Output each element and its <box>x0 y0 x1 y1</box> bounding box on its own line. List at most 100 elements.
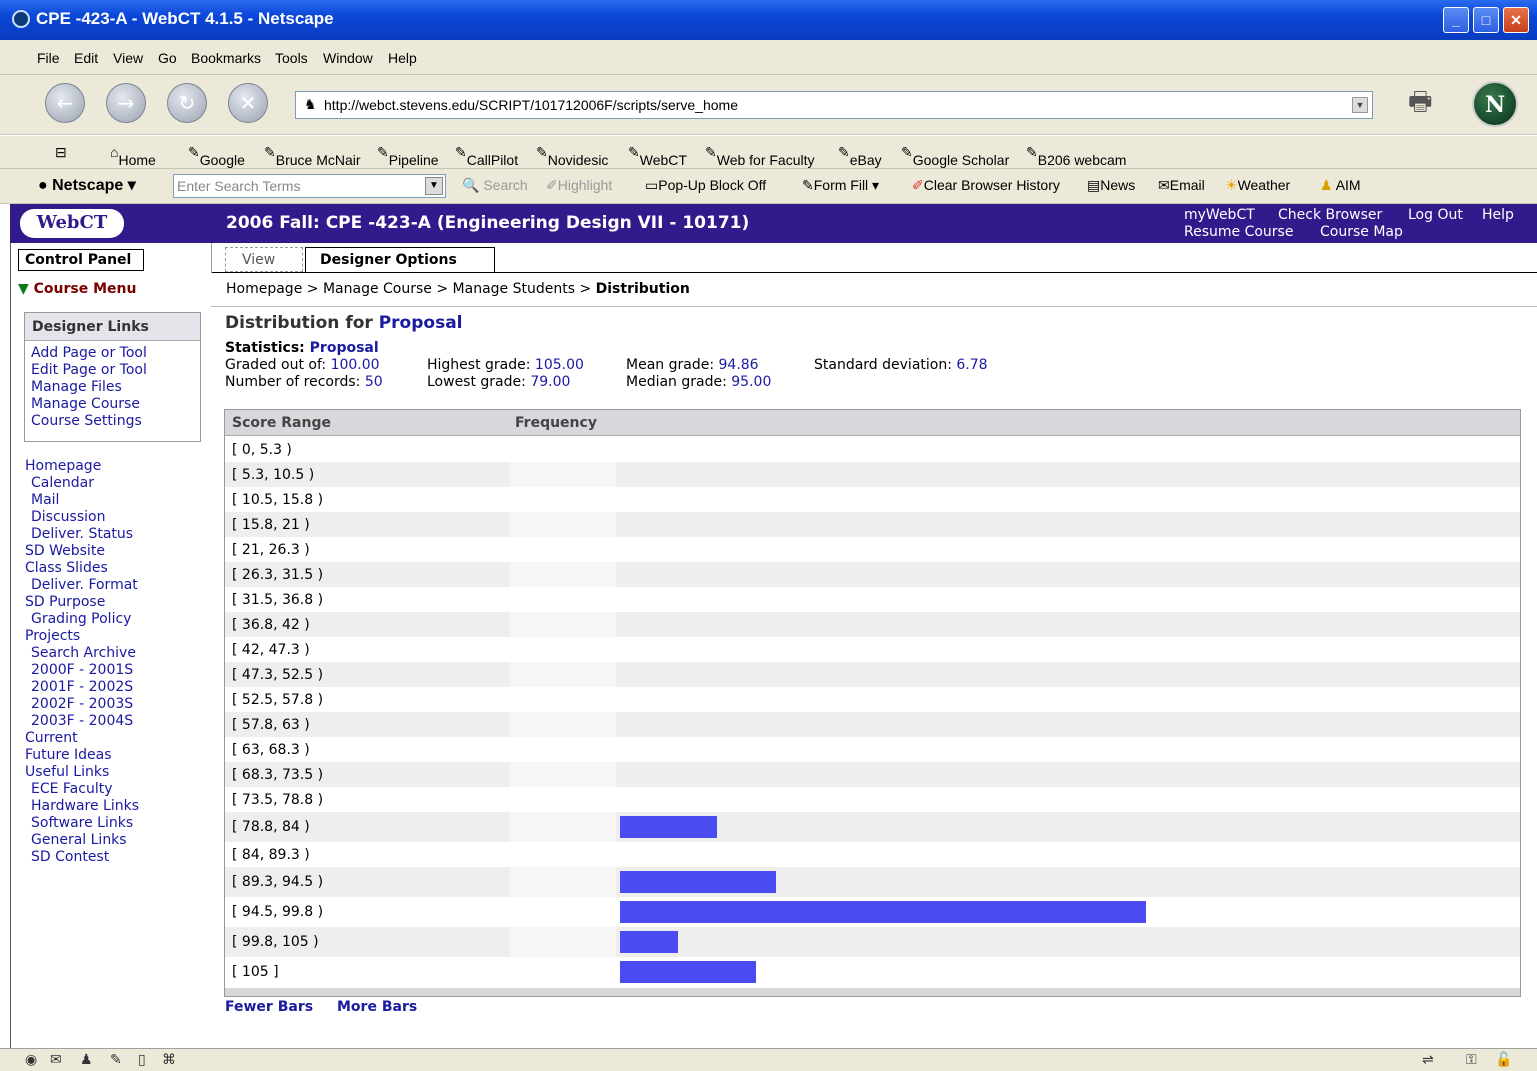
tabs-icon[interactable]: ⊟ <box>55 144 67 161</box>
course-nav-link[interactable]: Mail <box>25 492 205 509</box>
reload-icon[interactable]: ↻ <box>167 83 207 123</box>
log-out-link[interactable]: Log Out <box>1408 207 1463 223</box>
close-icon[interactable]: ✕ <box>1503 7 1529 33</box>
maximize-icon[interactable]: □ <box>1473 7 1499 33</box>
highlight-button[interactable]: ✐Highlight <box>546 177 612 194</box>
course-nav-link[interactable]: Deliver. Status <box>25 526 205 543</box>
breadcrumb-homepage[interactable]: Homepage <box>226 281 302 297</box>
composer-icon[interactable]: ✎ <box>110 1052 122 1068</box>
course-nav-link[interactable]: Projects <box>25 628 205 645</box>
resume-course-link[interactable]: Resume Course <box>1184 224 1293 240</box>
netscape-status-icon[interactable]: ◉ <box>25 1052 37 1068</box>
manage-files-link[interactable]: Manage Files <box>25 379 200 396</box>
address-bar[interactable]: ♞ http://webct.stevens.edu/SCRIPT/101712… <box>295 91 1373 119</box>
tab-designer-options[interactable]: Designer Options <box>305 247 495 273</box>
score-range-label: [ 42, 47.3 ) <box>232 642 310 658</box>
course-menu-toggle[interactable]: ▼ Course Menu <box>18 281 136 297</box>
course-nav-link[interactable]: 2000F - 2001S <box>25 662 205 679</box>
course-nav-link[interactable]: Homepage <box>25 458 205 475</box>
form-fill-button[interactable]: ✎Form Fill ▾ <box>802 177 879 194</box>
course-nav-link[interactable]: 2001F - 2002S <box>25 679 205 696</box>
breadcrumb-manage-course[interactable]: Manage Course <box>323 281 432 297</box>
forward-icon[interactable]: → <box>106 83 146 123</box>
bookmark-home[interactable]: ⌂ Home <box>110 144 156 168</box>
aim-button[interactable]: ♟ AIM <box>1320 177 1361 194</box>
course-nav-link[interactable]: General Links <box>25 832 205 849</box>
bookmark-web-for-faculty[interactable]: ✎ Web for Faculty <box>705 144 815 168</box>
add-page-link[interactable]: Add Page or Tool <box>25 345 200 362</box>
bookmark-callpilot[interactable]: ✎ CallPilot <box>455 144 518 168</box>
aim-icon[interactable]: ♟ <box>80 1052 93 1068</box>
bookmark-pipeline[interactable]: ✎ Pipeline <box>377 144 439 168</box>
edit-page-link[interactable]: Edit Page or Tool <box>25 362 200 379</box>
popup-block-button[interactable]: ▭Pop-Up Block Off <box>645 177 766 194</box>
netscape-logo-icon[interactable]: N <box>1472 81 1518 127</box>
bookmark-google[interactable]: ✎ Google <box>188 144 245 168</box>
email-button[interactable]: ✉Email <box>1158 177 1205 194</box>
tab-view[interactable]: View <box>225 247 303 272</box>
address-book-icon[interactable]: ▯ <box>138 1052 146 1068</box>
menu-tools[interactable]: Tools <box>275 50 308 66</box>
bookmark-bruce-mcnair[interactable]: ✎ Bruce McNair <box>264 144 361 168</box>
bookmark-ebay[interactable]: ✎ eBay <box>838 144 882 168</box>
course-nav-link[interactable]: Deliver. Format <box>25 577 205 594</box>
fewer-bars-link[interactable]: Fewer Bars <box>225 999 313 1015</box>
search-button[interactable]: 🔍 Search <box>462 177 528 194</box>
bookmark-b206-webcam[interactable]: ✎ B206 webcam <box>1026 144 1126 168</box>
menu-file[interactable]: File <box>37 50 60 66</box>
webct-logo[interactable]: WebCT <box>20 209 124 238</box>
manage-course-link[interactable]: Manage Course <box>25 396 200 413</box>
course-nav-link[interactable]: Current <box>25 730 205 747</box>
course-nav-link[interactable]: 2002F - 2003S <box>25 696 205 713</box>
menu-help[interactable]: Help <box>388 50 417 66</box>
course-nav-link[interactable]: 2003F - 2004S <box>25 713 205 730</box>
course-nav-link[interactable]: ECE Faculty <box>25 781 205 798</box>
course-nav-link[interactable]: Class Slides <box>25 560 205 577</box>
help-link[interactable]: Help <box>1482 207 1514 223</box>
stop-icon[interactable]: ✕ <box>228 83 268 123</box>
course-nav-link[interactable]: Calendar <box>25 475 205 492</box>
menu-go[interactable]: Go <box>158 50 177 66</box>
menu-view[interactable]: View <box>113 50 143 66</box>
back-icon[interactable]: ← <box>45 83 85 123</box>
course-nav-link[interactable]: SD Website <box>25 543 205 560</box>
course-nav-link[interactable]: Hardware Links <box>25 798 205 815</box>
clear-history-button[interactable]: ✐Clear Browser History <box>912 177 1060 194</box>
course-nav-link[interactable]: Useful Links <box>25 764 205 781</box>
course-nav-link[interactable]: SD Purpose <box>25 594 205 611</box>
course-nav-link[interactable]: Search Archive <box>25 645 205 662</box>
news-button[interactable]: ▤News <box>1087 177 1135 194</box>
chat-icon[interactable]: ⌘ <box>162 1052 176 1068</box>
bookmark-google-scholar[interactable]: ✎ Google Scholar <box>901 144 1009 168</box>
more-bars-link[interactable]: More Bars <box>337 999 417 1015</box>
netscape-menu-button[interactable]: ● Netscape ▾ <box>38 175 136 195</box>
chevron-down-icon[interactable]: ▼ <box>425 177 443 195</box>
course-nav-link[interactable]: Grading Policy <box>25 611 205 628</box>
mywebct-link[interactable]: myWebCT <box>1184 207 1255 223</box>
course-nav-link[interactable]: Software Links <box>25 815 205 832</box>
weather-button[interactable]: ☀Weather <box>1225 177 1290 194</box>
course-nav-link[interactable]: Discussion <box>25 509 205 526</box>
frequency-bar <box>620 901 1146 923</box>
email-icon: ✉ <box>1158 177 1170 193</box>
stat-value: 94.86 <box>718 357 759 373</box>
minimize-icon[interactable]: _ <box>1443 7 1469 33</box>
course-settings-link[interactable]: Course Settings <box>25 413 200 430</box>
search-input[interactable]: Enter Search Terms ▼ <box>173 174 446 198</box>
breadcrumb-manage-students[interactable]: Manage Students <box>453 281 575 297</box>
bookmark-webct[interactable]: ✎ WebCT <box>628 144 687 168</box>
mail-icon[interactable]: ✉ <box>50 1052 62 1068</box>
print-icon[interactable]: 🖶 <box>1408 83 1452 117</box>
menu-window[interactable]: Window <box>323 50 373 66</box>
menu-bookmarks[interactable]: Bookmarks <box>191 50 261 66</box>
control-panel-button[interactable]: Control Panel <box>18 249 144 271</box>
highlight-label: Highlight <box>557 177 613 193</box>
weather-label: Weather <box>1237 177 1291 193</box>
course-nav-link[interactable]: Future Ideas <box>25 747 205 764</box>
chevron-down-icon[interactable]: ▼ <box>1352 97 1368 113</box>
course-nav-link[interactable]: SD Contest <box>25 849 205 866</box>
check-browser-link[interactable]: Check Browser <box>1278 207 1382 223</box>
bookmark-novidesic[interactable]: ✎ Novidesic <box>536 144 608 168</box>
course-map-link[interactable]: Course Map <box>1320 224 1403 240</box>
menu-edit[interactable]: Edit <box>74 50 98 66</box>
